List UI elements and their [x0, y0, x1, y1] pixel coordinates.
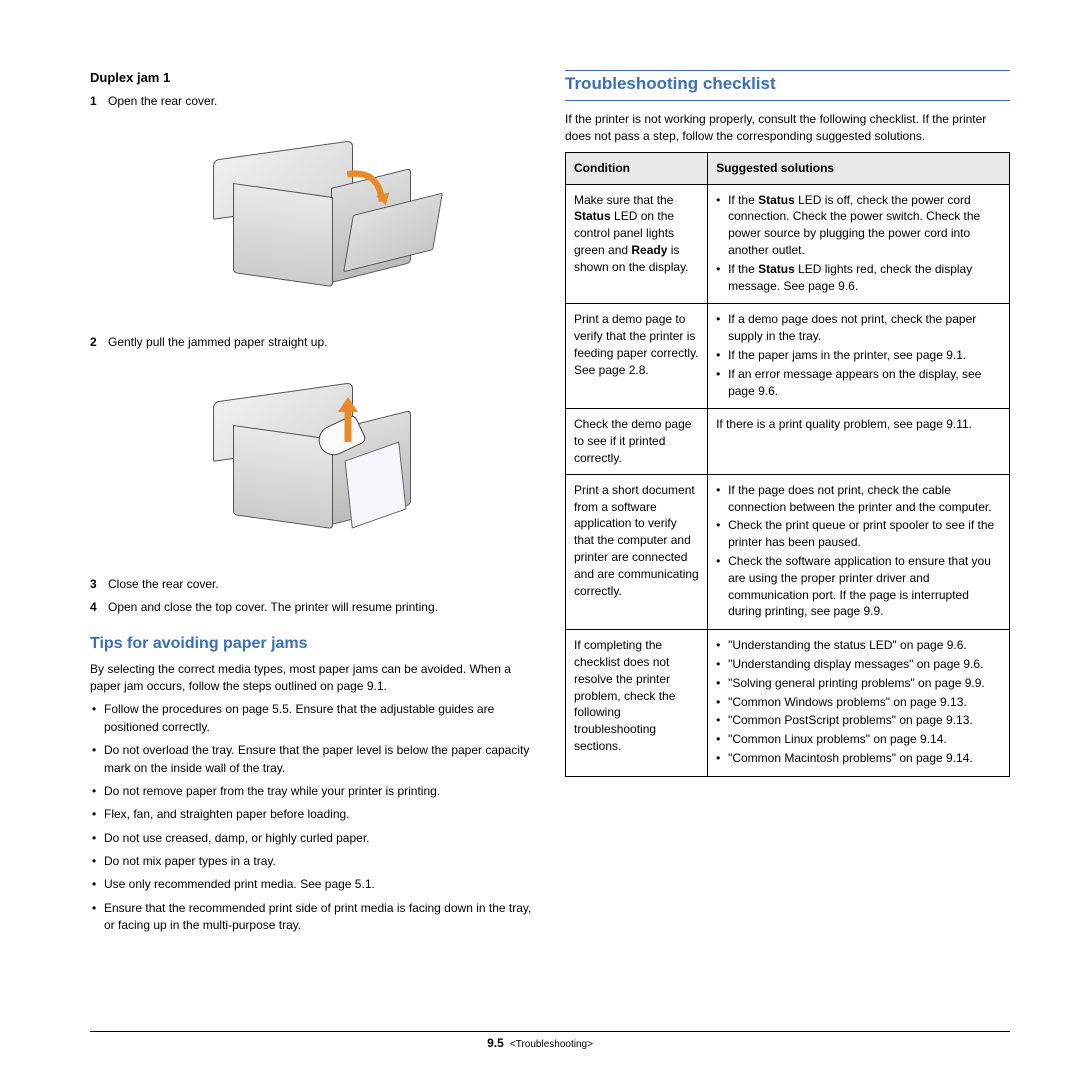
table-row: Print a short document from a software a…: [566, 474, 1010, 629]
list-item: If the Status LED lights red, check the …: [716, 261, 1001, 295]
list-item: If the paper jams in the printer, see pa…: [716, 347, 1001, 364]
list-item: "Solving general printing problems" on p…: [716, 675, 1001, 692]
step-number: 3: [90, 576, 108, 593]
tips-intro: By selecting the correct media types, mo…: [90, 661, 535, 696]
step-text: Close the rear cover.: [108, 576, 535, 593]
list-item: Ensure that the recommended print side o…: [90, 900, 535, 935]
page-footer: 9.5 <Troubleshooting>: [0, 1036, 1080, 1050]
step-text: Open the rear cover.: [108, 93, 535, 110]
step-number: 2: [90, 334, 108, 351]
step-text: Open and close the top cover. The printe…: [108, 599, 535, 616]
list-item: "Understanding the status LED" on page 9…: [716, 637, 1001, 654]
printer-illustration-open-cover: [173, 120, 453, 320]
page-number: 9.5: [487, 1036, 504, 1050]
list-item: "Common Linux problems" on page 9.14.: [716, 731, 1001, 748]
table-header-condition: Condition: [566, 152, 708, 184]
solution-cell: If the page does not print, check the ca…: [708, 474, 1010, 629]
list-item: "Common Macintosh problems" on page 9.14…: [716, 750, 1001, 767]
condition-cell: Check the demo page to see if it printed…: [566, 409, 708, 474]
condition-cell: Print a demo page to verify that the pri…: [566, 304, 708, 409]
checklist-heading: Troubleshooting checklist: [565, 74, 1010, 94]
table-row: Make sure that the Status LED on the con…: [566, 184, 1010, 304]
list-item: "Common PostScript problems" on page 9.1…: [716, 712, 1001, 729]
tips-list: Follow the procedures on page 5.5. Ensur…: [90, 701, 535, 934]
list-item: Do not use creased, damp, or highly curl…: [90, 830, 535, 847]
step-row: 1 Open the rear cover.: [90, 93, 535, 110]
list-item: Check the software application to ensure…: [716, 553, 1001, 620]
list-item: If the Status LED is off, check the powe…: [716, 192, 1001, 259]
checklist-intro: If the printer is not working properly, …: [565, 111, 1010, 146]
right-column: Troubleshooting checklist If the printer…: [565, 70, 1010, 941]
divider: [565, 70, 1010, 71]
step-row: 3 Close the rear cover.: [90, 576, 535, 593]
footer-divider: [90, 1031, 1010, 1032]
step-row: 2 Gently pull the jammed paper straight …: [90, 334, 535, 351]
up-arrow-icon: [328, 392, 368, 450]
left-column: Duplex jam 1 1 Open the rear cover. 2 Ge…: [90, 70, 535, 941]
list-item: "Understanding display messages" on page…: [716, 656, 1001, 673]
list-item: Flex, fan, and straighten paper before l…: [90, 806, 535, 823]
solution-cell: If a demo page does not print, check the…: [708, 304, 1010, 409]
list-item: Follow the procedures on page 5.5. Ensur…: [90, 701, 535, 736]
step-text: Gently pull the jammed paper straight up…: [108, 334, 535, 351]
step-number: 4: [90, 599, 108, 616]
checklist-table: Condition Suggested solutions Make sure …: [565, 152, 1010, 777]
step-row: 4 Open and close the top cover. The prin…: [90, 599, 535, 616]
tips-heading: Tips for avoiding paper jams: [90, 635, 535, 653]
list-item: "Common Windows problems" on page 9.13.: [716, 694, 1001, 711]
condition-cell: Make sure that the Status LED on the con…: [566, 184, 708, 304]
duplex-jam-heading: Duplex jam 1: [90, 70, 535, 85]
table-header-solutions: Suggested solutions: [708, 152, 1010, 184]
condition-cell: Print a short document from a software a…: [566, 474, 708, 629]
list-item: Do not remove paper from the tray while …: [90, 783, 535, 800]
list-item: Use only recommended print media. See pa…: [90, 876, 535, 893]
list-item: Check the print queue or print spooler t…: [716, 517, 1001, 551]
list-item: If the page does not print, check the ca…: [716, 482, 1001, 516]
chapter-label: <Troubleshooting>: [510, 1039, 593, 1050]
solution-cell: If there is a print quality problem, see…: [708, 409, 1010, 474]
solution-cell: If the Status LED is off, check the powe…: [708, 184, 1010, 304]
step-number: 1: [90, 93, 108, 110]
list-item: Do not mix paper types in a tray.: [90, 853, 535, 870]
condition-cell: If completing the checklist does not res…: [566, 630, 708, 777]
list-item: If a demo page does not print, check the…: [716, 311, 1001, 345]
solution-cell: "Understanding the status LED" on page 9…: [708, 630, 1010, 777]
list-item: Do not overload the tray. Ensure that th…: [90, 742, 535, 777]
printer-illustration-pull-paper: [173, 362, 453, 562]
divider: [565, 100, 1010, 101]
table-row: Check the demo page to see if it printed…: [566, 409, 1010, 474]
table-row: If completing the checklist does not res…: [566, 630, 1010, 777]
list-item: If an error message appears on the displ…: [716, 366, 1001, 400]
curved-arrow-icon: [338, 165, 393, 220]
table-row: Print a demo page to verify that the pri…: [566, 304, 1010, 409]
